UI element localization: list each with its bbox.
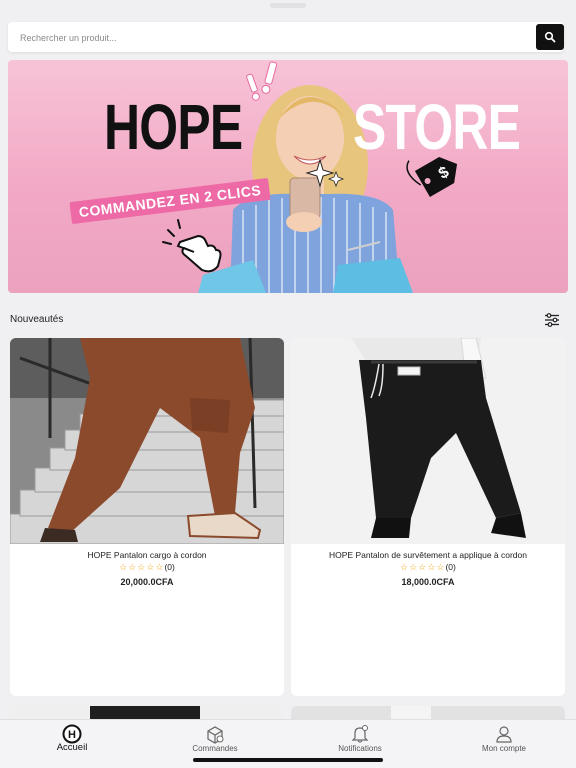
hand-cursor-icon xyxy=(162,219,222,273)
product-name: HOPE Pantalon de survêtement a applique … xyxy=(329,550,527,560)
search-bar xyxy=(8,22,564,54)
product-card[interactable]: HOPE Pantalon cargo à cordon ☆☆☆☆☆(0) 20… xyxy=(10,338,284,696)
filter-sliders-icon xyxy=(545,313,559,327)
promo-banner[interactable]: $ HOPE STORE COMMANDEZ EN 2 CLICS xyxy=(8,60,568,293)
banner-title-right: STORE xyxy=(353,91,521,163)
status-bar-handle xyxy=(270,3,306,8)
svg-text:H: H xyxy=(68,729,76,741)
search-icon xyxy=(544,31,556,43)
product-price: 20,000.0CFA xyxy=(120,577,174,587)
section-header: Nouveautés xyxy=(10,306,562,332)
product-rating: ☆☆☆☆☆(0) xyxy=(291,562,565,573)
review-count: (0) xyxy=(445,562,456,572)
tab-label: Notifications xyxy=(338,744,382,753)
tab-label: Commandes xyxy=(192,744,238,753)
tab-label: Accueil xyxy=(56,742,88,753)
phone xyxy=(289,177,321,219)
product-price: 18,000.0CFA xyxy=(401,577,455,587)
product-rating: ☆☆☆☆☆(0) xyxy=(10,562,284,573)
review-count: (0) xyxy=(164,562,175,572)
search-input[interactable] xyxy=(18,22,532,54)
tab-accueil[interactable]: H Accueil xyxy=(0,720,144,768)
tab-mon-compte[interactable]: Mon compte xyxy=(432,720,576,768)
bell-icon xyxy=(351,725,369,743)
home-h-icon: H xyxy=(62,724,82,744)
product-image xyxy=(10,338,284,544)
product-name: HOPE Pantalon cargo à cordon xyxy=(87,550,207,560)
box-icon xyxy=(207,726,224,744)
search-button[interactable] xyxy=(536,24,564,50)
section-title: Nouveautés xyxy=(10,314,64,325)
exclamation-icon xyxy=(261,61,278,94)
product-card[interactable]: HOPE Pantalon de survêtement a applique … xyxy=(291,338,565,696)
rating-stars-icon: ☆☆☆☆☆ xyxy=(119,562,165,572)
tab-label: Mon compte xyxy=(481,744,527,753)
home-indicator xyxy=(193,758,383,762)
banner-title-left: HOPE xyxy=(104,91,243,163)
bottom-tab-bar: H Accueil Commandes Notifications Mon co… xyxy=(0,719,576,768)
user-icon xyxy=(496,726,512,743)
filter-button[interactable] xyxy=(542,310,562,330)
rating-stars-icon: ☆☆☆☆☆ xyxy=(400,562,446,572)
product-image xyxy=(291,338,565,544)
